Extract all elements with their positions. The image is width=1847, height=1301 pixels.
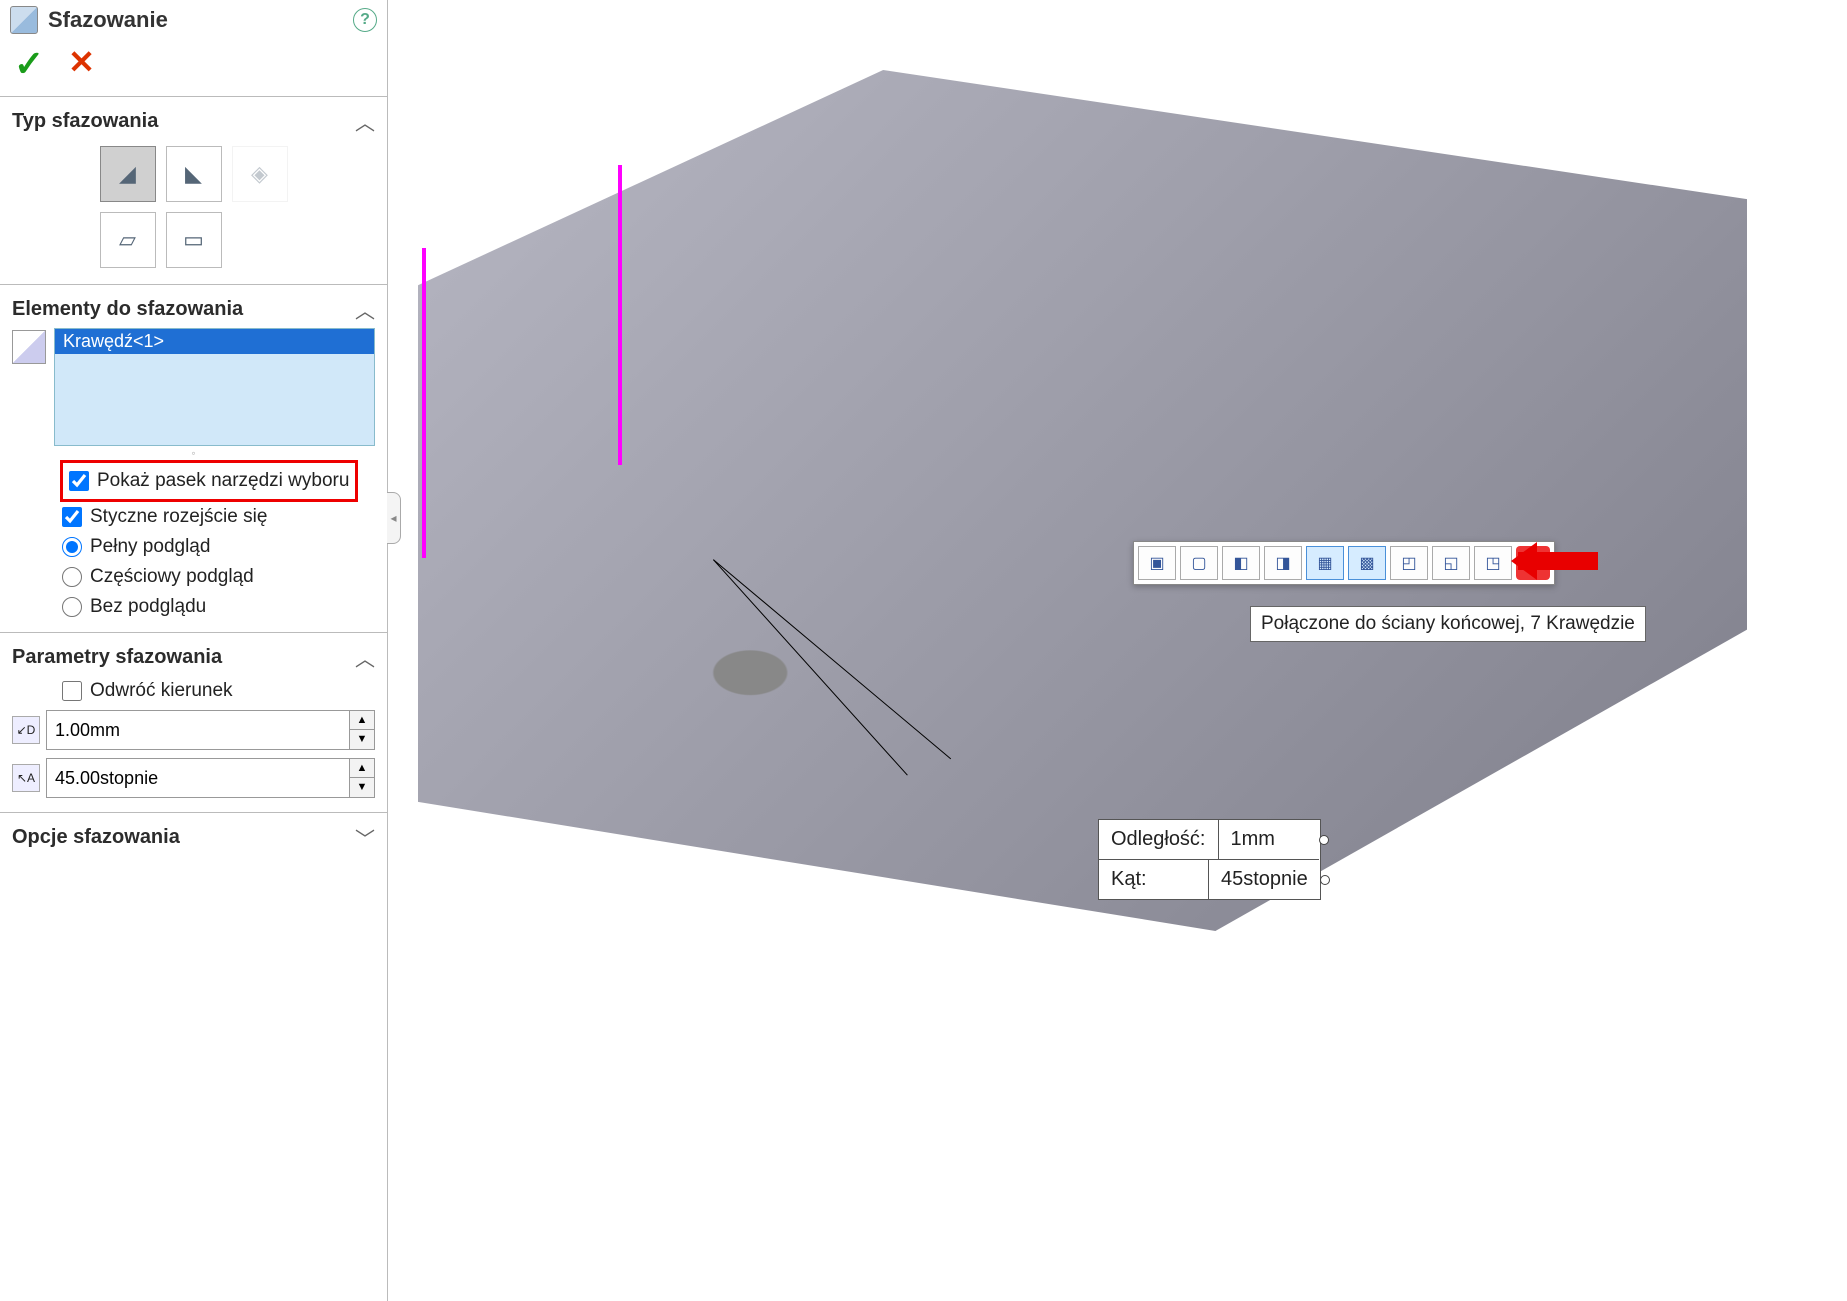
angle-row: ↖A ▲ ▼ [12, 754, 375, 802]
reverse-label: Odwróć kierunek [90, 680, 233, 702]
callout-angle-text: 45stopnie [1221, 868, 1308, 890]
dimension-callout[interactable]: Odległość: 1mm Kąt: 45stopnie [1098, 819, 1321, 900]
type-distance-distance-button[interactable]: ◣ [166, 146, 222, 202]
graphics-viewport[interactable]: ▣ ▢ ◧ ◨ ▦ ▩ ◰ ◱ ◳ ✕ Połączone do ściany … [388, 0, 1847, 1301]
help-icon[interactable]: ? [353, 8, 377, 32]
edge-highlight [422, 248, 426, 558]
reverse-input[interactable] [62, 681, 82, 701]
section-options: Opcje sfazowania ﹀ [0, 812, 387, 866]
section-chamfer-type: Typ sfazowania ︿ ◢ ◣ ◈ ▱ ▭ [0, 96, 387, 284]
chamfer-type-grid: ◢ ◣ ◈ ▱ ▭ [12, 140, 375, 274]
preview-full-input[interactable] [62, 537, 82, 557]
section-header-items[interactable]: Elementy do sfazowania ︿ [12, 291, 375, 328]
angle-up-button[interactable]: ▲ [350, 759, 374, 778]
distance-spinner[interactable]: ▲ ▼ [46, 710, 375, 750]
show-toolbar-checkbox[interactable]: Pokaż pasek narzędzi wyboru [67, 466, 351, 496]
show-toolbar-label: Pokaż pasek narzędzi wyboru [97, 470, 349, 492]
selection-tooltip: Połączone do ściany końcowej, 7 Krawędzi… [1250, 606, 1646, 642]
type-face-face-button[interactable]: ▱ [100, 212, 156, 268]
section-title-params: Parametry sfazowania [12, 646, 222, 669]
tangent-input[interactable] [62, 507, 82, 527]
distance-up-button[interactable]: ▲ [350, 711, 374, 730]
tangent-checkbox[interactable]: Styczne rozejście się [60, 502, 375, 532]
selection-item[interactable]: Krawędź<1> [55, 329, 374, 354]
distance-input[interactable] [47, 711, 349, 749]
ctx-connected-end-button[interactable]: ▦ [1306, 546, 1344, 580]
chevron-down-icon: ﹀ [355, 823, 375, 852]
preview-none-label: Bez podglądu [90, 596, 206, 618]
preview-full-label: Pełny podgląd [90, 536, 210, 558]
angle-icon: ↖A [12, 764, 40, 792]
section-title-type: Typ sfazowania [12, 110, 158, 133]
show-toolbar-input[interactable] [69, 471, 89, 491]
distance-down-button[interactable]: ▼ [350, 730, 374, 749]
preview-full-radio[interactable]: Pełny podgląd [60, 532, 375, 562]
angle-down-button[interactable]: ▼ [350, 778, 374, 797]
section-params: Parametry sfazowania ︿ Odwróć kierunek ↙… [0, 632, 387, 812]
tangent-label: Styczne rozejście się [90, 506, 267, 528]
ctx-body-button[interactable]: ◰ [1390, 546, 1428, 580]
section-header-params[interactable]: Parametry sfazowania ︿ [12, 639, 375, 676]
cancel-button[interactable]: ✕ [68, 46, 95, 82]
section-title-items: Elementy do sfazowania [12, 298, 243, 321]
selection-filter-icon[interactable] [12, 330, 46, 364]
type-angle-distance-button[interactable]: ◢ [100, 146, 156, 202]
ctx-translate-button[interactable]: ◱ [1432, 546, 1470, 580]
section-title-options: Opcje sfazowania [12, 826, 180, 849]
selection-row: Krawędź<1> [12, 328, 375, 446]
ctx-right-face-button[interactable]: ◨ [1264, 546, 1302, 580]
selection-list[interactable]: Krawędź<1> [54, 328, 375, 446]
ctx-left-face-button[interactable]: ◧ [1222, 546, 1260, 580]
edge-highlight [618, 165, 622, 465]
preview-none-input[interactable] [62, 597, 82, 617]
annotation-arrow [1518, 552, 1598, 570]
property-panel: Sfazowanie ? ✓ ✕ Typ sfazowania ︿ ◢ ◣ ◈ … [0, 0, 388, 1301]
chevron-up-icon: ︿ [355, 643, 375, 672]
confirm-row: ✓ ✕ [0, 40, 387, 96]
callout-distance-value[interactable]: 1mm [1219, 820, 1319, 860]
callout-angle-value[interactable]: 45stopnie [1209, 860, 1320, 899]
ctx-outer-loop-button[interactable]: ▢ [1180, 546, 1218, 580]
distance-icon: ↙D [12, 716, 40, 744]
chamfer-icon [10, 6, 38, 34]
section-items: Elementy do sfazowania ︿ Krawędź<1> ◦ Po… [0, 284, 387, 632]
callout-distance-text: 1mm [1231, 828, 1275, 850]
highlight-frame: Pokaż pasek narzędzi wyboru [60, 460, 358, 502]
chevron-up-icon: ︿ [355, 295, 375, 324]
chevron-up-icon: ︿ [355, 107, 375, 136]
drag-handle-icon[interactable] [1319, 835, 1329, 845]
preview-partial-radio[interactable]: Częściowy podgląd [60, 562, 375, 592]
ok-button[interactable]: ✓ [14, 46, 44, 82]
type-vertex-button: ◈ [232, 146, 288, 202]
callout-distance-label: Odległość: [1099, 820, 1219, 860]
preview-none-radio[interactable]: Bez podglądu [60, 592, 375, 622]
callout-angle-label: Kąt: [1099, 860, 1209, 899]
panel-title: Sfazowanie [48, 7, 168, 33]
list-resize-grip[interactable]: ◦ [12, 446, 375, 460]
distance-row: ↙D ▲ ▼ [12, 706, 375, 754]
section-header-type[interactable]: Typ sfazowania ︿ [12, 103, 375, 140]
panel-header: Sfazowanie ? [0, 0, 387, 40]
preview-partial-label: Częściowy podgląd [90, 566, 254, 588]
ctx-feature-button[interactable]: ▩ [1348, 546, 1386, 580]
type-offset-face-button[interactable]: ▭ [166, 212, 222, 268]
panel-collapse-handle[interactable]: ◂ [387, 492, 401, 544]
drag-handle-icon[interactable] [1320, 875, 1330, 885]
reverse-checkbox[interactable]: Odwróć kierunek [60, 676, 375, 706]
section-header-options[interactable]: Opcje sfazowania ﹀ [12, 819, 375, 856]
angle-spinner[interactable]: ▲ ▼ [46, 758, 375, 798]
angle-input[interactable] [47, 759, 349, 797]
preview-partial-input[interactable] [62, 567, 82, 587]
ctx-inner-loop-button[interactable]: ▣ [1138, 546, 1176, 580]
